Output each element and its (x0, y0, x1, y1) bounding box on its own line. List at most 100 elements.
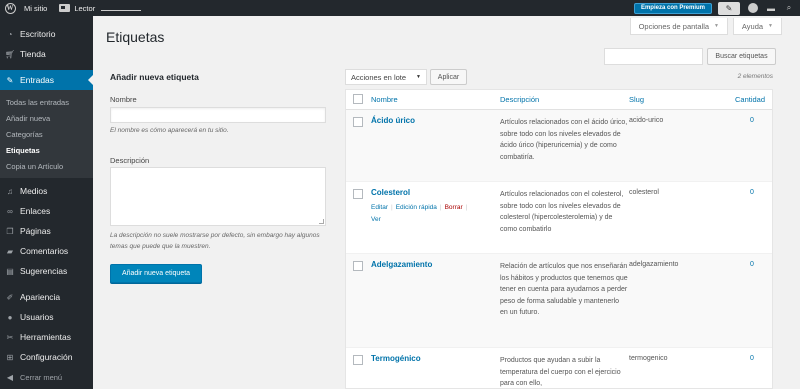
quick-edit-link[interactable]: Edición rápida (396, 204, 437, 211)
tag-name-link[interactable]: Termogénico (371, 354, 421, 363)
table-row: Ácido úrico Artículos relacionados con e… (346, 110, 772, 182)
media-icon: ♫ (7, 186, 13, 196)
suggestion-icon: ▤ (6, 266, 14, 276)
sidebar-item-tienda[interactable]: 🛒︎ Tienda (0, 44, 93, 64)
sidebar-item-escritorio[interactable]: ◔ Escritorio (0, 24, 93, 44)
sidebar-item-usuarios[interactable]: ● Usuarios (0, 307, 93, 327)
reader-link[interactable]: Lector (55, 0, 145, 16)
tag-description: Artículos relacionados con el colesterol… (500, 191, 624, 233)
premium-button[interactable]: Empieza con Premium (633, 2, 712, 14)
wrench-icon: ✂ (6, 332, 14, 342)
sidebar-item-herramientas[interactable]: ✂ Herramientas (0, 327, 93, 347)
tag-name-input[interactable] (110, 107, 326, 123)
tag-name-link[interactable]: Ácido úrico (371, 116, 415, 125)
chevron-down-icon: ▼ (768, 23, 773, 29)
submenu-categorias[interactable]: Categorías (0, 127, 93, 143)
table-row: Termogénico Productos que ayudan a subir… (346, 348, 772, 388)
write-post-icon[interactable]: ✎ (718, 1, 740, 15)
entradas-submenu: Todas las entradas Añadir nueva Categorí… (0, 90, 93, 178)
tag-count-link[interactable]: 0 (750, 117, 754, 124)
collapse-menu-button[interactable]: ◀ Cerrar menú (0, 367, 93, 387)
tag-slug: adelgazamiento (629, 261, 679, 268)
wordpress-logo-icon[interactable]: W (0, 0, 20, 16)
sidebar-item-enlaces[interactable]: ∞ Enlaces (0, 201, 93, 221)
link-icon: ∞ (7, 206, 13, 216)
row-checkbox[interactable] (353, 189, 363, 199)
view-link[interactable]: Ver (371, 216, 381, 223)
screen-options-tab[interactable]: Opciones de pantalla ▼ (629, 18, 728, 35)
reader-icon (59, 4, 71, 12)
sidebar-item-sugerencias[interactable]: ▤ Sugerencias (0, 261, 93, 281)
main-content: Opciones de pantalla ▼ Ayuda ▼ Etiquetas B… (93, 16, 800, 389)
tag-description: Artículos relacionados con el ácido úric… (500, 119, 628, 161)
users-icon: ● (7, 312, 13, 322)
tag-count-link[interactable]: 0 (750, 261, 754, 268)
edit-link[interactable]: Editar (371, 204, 388, 211)
bulk-actions-select[interactable]: Acciones en lote ▼ (345, 69, 427, 85)
page-title: Etiquetas (106, 29, 165, 45)
submenu-anadir-nueva[interactable]: Añadir nueva (0, 111, 93, 127)
dashboard-icon: ◔ (7, 29, 13, 39)
sidebar-item-apariencia[interactable]: ✐ Apariencia (0, 287, 93, 307)
page-icon: ❐ (6, 226, 14, 236)
description-label: Descripción (110, 156, 150, 165)
cart-icon: 🛒︎ (4, 49, 16, 59)
row-checkbox[interactable] (353, 261, 363, 271)
sidebar-item-paginas[interactable]: ❐ Páginas (0, 221, 93, 241)
column-count-header[interactable]: Cantidad (735, 95, 765, 104)
delete-link[interactable]: Borrar (445, 204, 463, 211)
description-hint: La descripción no suele mostrarse por de… (110, 232, 320, 250)
submenu-etiquetas[interactable]: Etiquetas (0, 143, 93, 159)
settings-icon: ⊞ (6, 352, 14, 362)
row-actions: Editar | Edición rápida | Borrar | Ver (371, 204, 468, 223)
items-count: 2 elementos (737, 73, 773, 80)
name-label: Nombre (110, 95, 137, 104)
table-header: Nombre Descripción Slug Cantidad (346, 90, 772, 110)
table-row: Adelgazamiento Relación de artículos que… (346, 254, 772, 348)
brush-icon: ✐ (6, 292, 14, 302)
sidebar-item-entradas[interactable]: ✎ Entradas (0, 70, 93, 90)
select-all-checkbox[interactable] (353, 94, 363, 104)
tag-slug: acido-urico (629, 117, 664, 124)
site-name-link[interactable]: Mi sitio (20, 0, 51, 16)
apply-button[interactable]: Aplicar (430, 69, 467, 85)
row-checkbox[interactable] (353, 117, 363, 127)
tag-count-link[interactable]: 0 (750, 355, 754, 362)
chevron-down-icon: ▼ (714, 23, 719, 29)
column-name-header[interactable]: Nombre (371, 95, 398, 104)
name-hint: El nombre es cómo aparecerá en tu sitio. (110, 127, 229, 134)
tag-name-link[interactable]: Colesterol (371, 188, 410, 197)
search-icon[interactable]: ⌕ (782, 3, 796, 13)
pin-icon: ✎ (6, 75, 14, 85)
comment-icon: ▰ (6, 246, 14, 256)
sidebar-item-configuracion[interactable]: ⊞ Configuración (0, 347, 93, 367)
admin-bar: W Mi sitio Lector Empieza con Premium ✎ … (0, 0, 800, 16)
submenu-copia-articulo[interactable]: Copia un Artículo (0, 159, 93, 175)
tag-description: Productos que ayudan a subir la temperat… (500, 357, 621, 387)
tag-slug: termogenico (629, 355, 668, 362)
table-row: Colesterol Editar | Edición rápida | Borrar |… (346, 182, 772, 254)
help-tab[interactable]: Ayuda ▼ (732, 18, 782, 35)
tags-table: Nombre Descripción Slug Cantidad Ácido ú… (345, 89, 773, 389)
tag-name-link[interactable]: Adelgazamiento (371, 260, 432, 269)
search-input[interactable] (604, 48, 703, 65)
tag-description-textarea[interactable] (110, 167, 326, 226)
add-tag-title: Añadir nueva etiqueta (110, 72, 199, 82)
submenu-todas-entradas[interactable]: Todas las entradas (0, 95, 93, 111)
collapse-icon: ◀ (6, 372, 14, 382)
tag-slug: colesterol (629, 189, 659, 196)
tag-description: Relación de artículos que nos enseñarán … (500, 263, 628, 316)
column-description-header[interactable]: Descripción (500, 95, 539, 104)
add-tag-button[interactable]: Añadir nueva etiqueta (110, 264, 202, 283)
sidebar-item-comentarios[interactable]: ▰ Comentarios (0, 241, 93, 261)
avatar[interactable] (748, 3, 758, 13)
row-checkbox[interactable] (353, 355, 363, 365)
chevron-down-icon: ▼ (416, 74, 421, 80)
column-slug-header[interactable]: Slug (629, 95, 644, 104)
reader-underline (101, 5, 142, 11)
search-tags-button[interactable]: Buscar etiquetas (707, 48, 776, 65)
sidebar-item-medios[interactable]: ♫ Medios (0, 181, 93, 201)
tag-count-link[interactable]: 0 (750, 189, 754, 196)
notifications-icon[interactable]: ▬ (764, 4, 778, 13)
admin-sidebar: ◔ Escritorio 🛒︎ Tienda ✎ Entradas Todas … (0, 16, 93, 389)
